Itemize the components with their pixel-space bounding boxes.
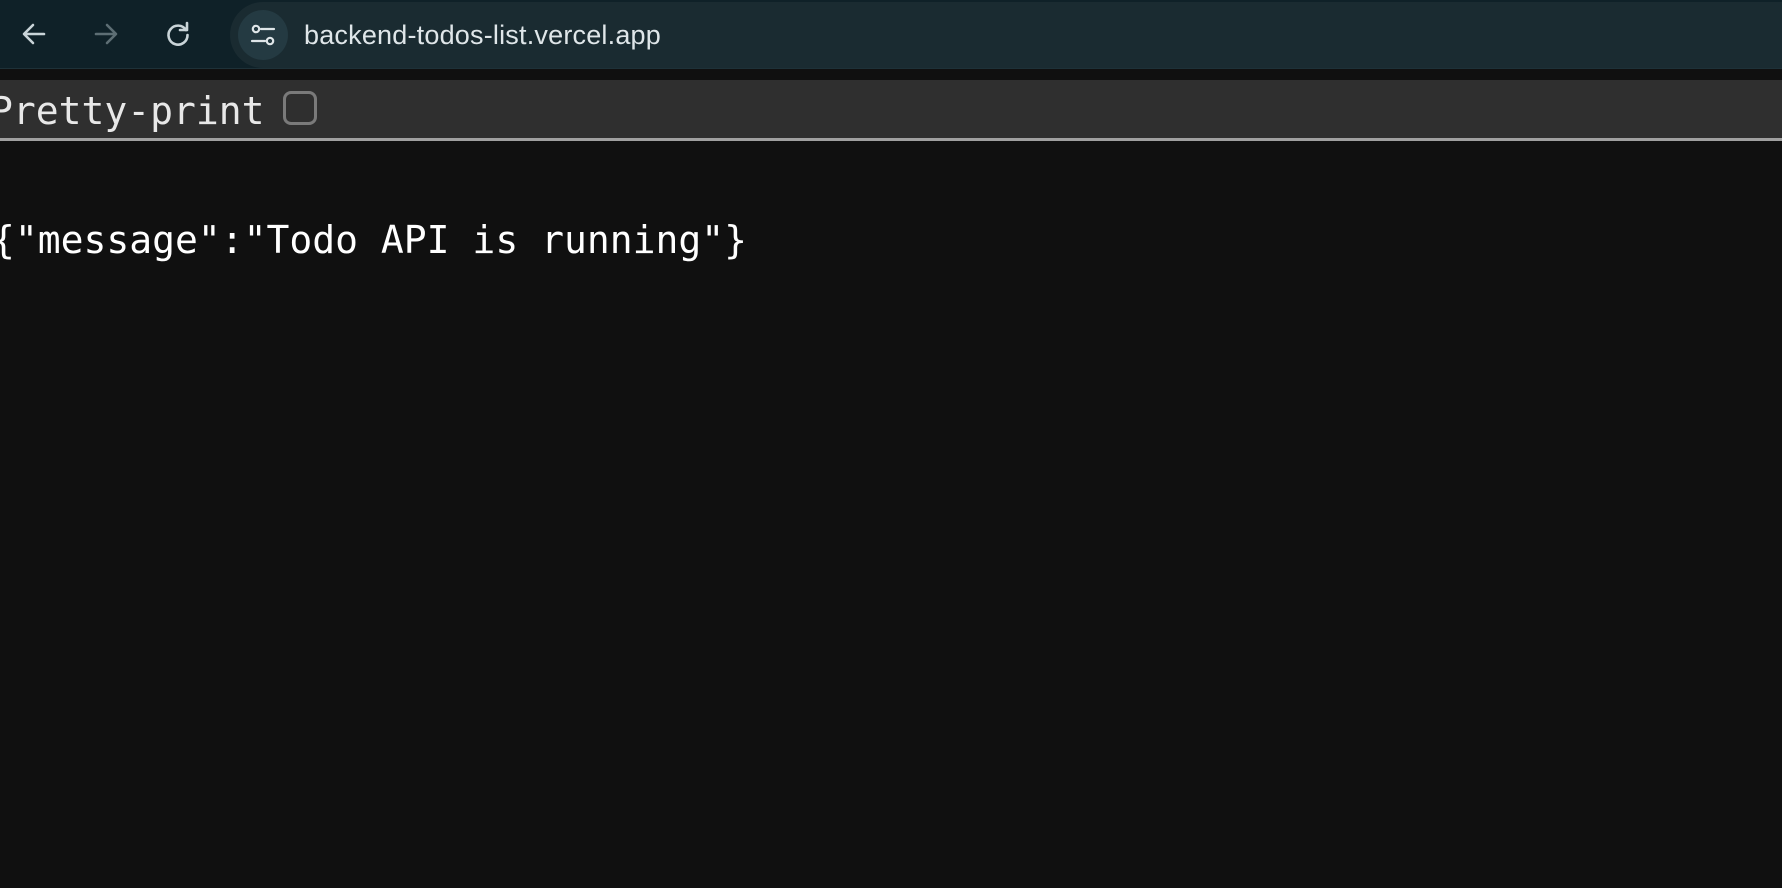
pretty-print-label[interactable]: Pretty-print	[0, 89, 265, 133]
pretty-print-bar: Pretty-print	[0, 80, 1782, 141]
reload-icon	[167, 21, 189, 46]
forward-button[interactable]	[86, 14, 126, 54]
url-text[interactable]: backend-todos-list.vercel.app	[304, 20, 661, 51]
arrow-right-icon	[94, 23, 118, 45]
reload-button[interactable]	[158, 14, 198, 54]
address-bar[interactable]: backend-todos-list.vercel.app	[230, 2, 1782, 68]
arrow-left-icon	[22, 23, 46, 45]
json-response-text: {"message":"Todo API is running"}	[0, 218, 747, 262]
site-info-button[interactable]	[238, 10, 288, 60]
browser-toolbar: backend-todos-list.vercel.app	[0, 0, 1782, 69]
tune-icon	[250, 24, 276, 46]
pretty-print-checkbox[interactable]	[283, 91, 317, 125]
back-button[interactable]	[14, 14, 54, 54]
